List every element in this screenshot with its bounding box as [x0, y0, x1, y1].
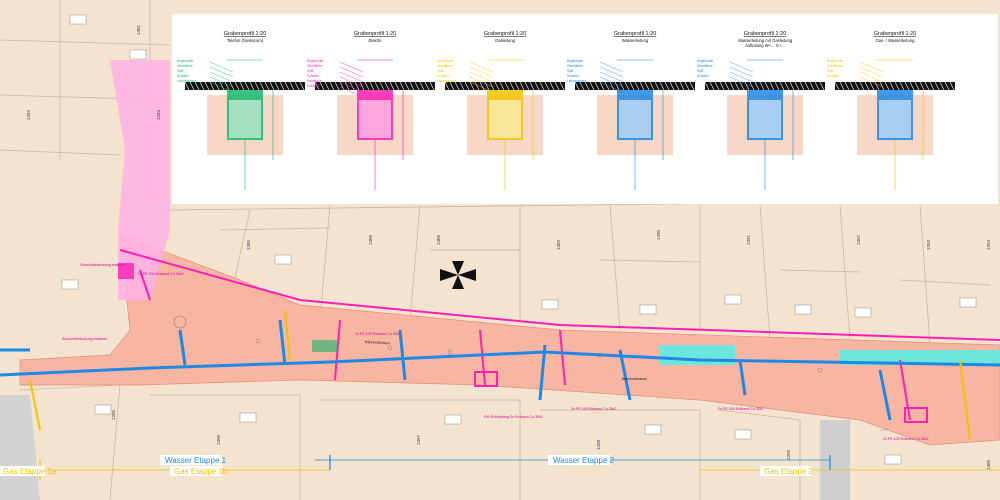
profile-note: Split	[307, 69, 313, 73]
trench-bedding	[359, 100, 391, 138]
profile-title: Grabenprofil 1:20	[224, 31, 267, 37]
utility-plan-map: Bahnhofstrasse Bahnhofstrasse Schachtabd…	[0, 0, 1000, 500]
stage-label-gas-2: Gas Etappe 2	[760, 466, 813, 476]
svg-text:1391: 1391	[746, 234, 751, 245]
svg-text:1392: 1392	[856, 234, 861, 245]
profile-note: Schotter	[567, 74, 580, 78]
svg-text:1400: 1400	[986, 459, 991, 470]
svg-text:Gas Etappe 1a: Gas Etappe 1a	[3, 467, 57, 476]
annotation: 2x PE 100 Erdband Cu 35x2	[883, 437, 929, 441]
profile-note: Schotter	[177, 74, 190, 78]
profile-subtitle: Telefon (Swisscom)	[227, 38, 264, 43]
profile-note: Split	[567, 69, 573, 73]
profile-note: Begehstufe	[697, 59, 713, 63]
profile-note: Leitungszone	[177, 79, 196, 83]
svg-text:1397: 1397	[416, 434, 421, 445]
profile-note: Begehstufe	[827, 59, 843, 63]
profile-note: Begehstufe	[567, 59, 583, 63]
svg-text:1385: 1385	[246, 239, 251, 250]
profile-note: Begehstufe	[437, 59, 453, 63]
svg-text:1393: 1393	[926, 239, 931, 250]
profile-subtitle: Elektro	[368, 38, 382, 43]
stage-label-gas-1a: Gas Etappe 1a	[0, 466, 57, 476]
profile-subtitle: Wasserleitung	[622, 38, 649, 43]
profile-note: Split	[827, 69, 833, 73]
svg-text:Wasser Etappe 2: Wasser Etappe 2	[553, 456, 615, 465]
svg-text:1398: 1398	[596, 439, 601, 450]
profile-note: Schotter	[437, 74, 450, 78]
stage-label-gas-1b: Gas Etappe 1b	[170, 466, 228, 476]
profile-note: Leitungszone	[567, 79, 586, 83]
trench-bedding	[489, 100, 521, 138]
annotation: Schachtabdeckung ersetzen	[80, 263, 125, 267]
svg-text:1394: 1394	[986, 239, 991, 250]
svg-text:1381: 1381	[136, 24, 141, 35]
svg-text:1389: 1389	[556, 239, 561, 250]
profile-note: Schotter	[827, 74, 840, 78]
svg-text:1384: 1384	[156, 109, 161, 120]
svg-text:Gas Etappe 1b: Gas Etappe 1b	[174, 467, 228, 476]
svg-text:1386: 1386	[368, 234, 373, 245]
profile-note: Oberfläche	[437, 64, 453, 68]
svg-text:Wasser Etappe 1: Wasser Etappe 1	[165, 456, 227, 465]
stage-label-water-2: Wasser Etappe 2	[548, 455, 615, 465]
trench-bedding	[229, 100, 261, 138]
annotation: 2x PE 100 Erdband Cu 35x2	[571, 407, 617, 411]
trench-bedding	[879, 100, 911, 138]
profile-subtitle: Aufteilung W+... G+...	[745, 43, 785, 48]
profile-note: Split	[437, 69, 443, 73]
profile-title: Grabenprofil 1:20	[744, 31, 787, 37]
annotation: 2x PE 100 Erdband Cu 35x2	[138, 272, 184, 276]
profile-note: Oberfläche	[177, 64, 193, 68]
street-name-2: Bahnhofstrasse	[622, 377, 647, 381]
profile-note: Oberfläche	[567, 64, 583, 68]
annotation: EW Rohrleitung 2x Erdband Cu 35x2	[484, 415, 543, 419]
svg-text:1383: 1383	[26, 109, 31, 120]
profile-note: Schotter	[307, 74, 320, 78]
green-chamber	[312, 340, 337, 352]
svg-text:Gas Etappe 2: Gas Etappe 2	[764, 467, 813, 476]
trench-bedding	[749, 100, 781, 138]
profile-note: Oberfläche	[697, 64, 713, 68]
profile-note: Rohrblock	[307, 79, 322, 83]
profile-note: Begehstufe	[177, 59, 193, 63]
profile-subtitle: Gas- / Wasserleitung	[876, 38, 916, 43]
profile-title: Grabenprofil 1:20	[614, 31, 657, 37]
svg-text:1399: 1399	[786, 449, 791, 460]
svg-text:1396: 1396	[216, 434, 221, 445]
svg-text:1390: 1390	[656, 229, 661, 240]
annotation: 2x PE 100 Erdband Cu 35x2	[718, 407, 764, 411]
profile-title: Grabenprofil 1:20	[874, 31, 917, 37]
cyan-pipe-section	[660, 345, 735, 365]
profile-note: Schotter	[697, 74, 710, 78]
trench-bedding	[619, 100, 651, 138]
profile-note: Erdband	[307, 84, 319, 88]
profile-note: Split	[177, 69, 183, 73]
profile-title: Grabenprofil 1:20	[484, 31, 527, 37]
stage-label-water-1: Wasser Etappe 1	[160, 455, 227, 465]
svg-text:1395: 1395	[111, 409, 116, 420]
profile-subtitle: Gasleitung	[495, 38, 516, 43]
profile-note: Split	[697, 69, 703, 73]
profile-note: Leitungszone	[437, 79, 456, 83]
profile-note: Begehstufe	[307, 59, 323, 63]
svg-text:1388: 1388	[436, 234, 441, 245]
profile-title: Grabenprofil 1:20	[354, 31, 397, 37]
annotation: Schachtabdeckung ersetzen	[62, 337, 107, 341]
annotation: 2x PE 100 Erdband Cu 35x2	[355, 332, 401, 336]
profile-note: Oberfläche	[307, 64, 323, 68]
profile-note: Oberfläche	[827, 64, 843, 68]
